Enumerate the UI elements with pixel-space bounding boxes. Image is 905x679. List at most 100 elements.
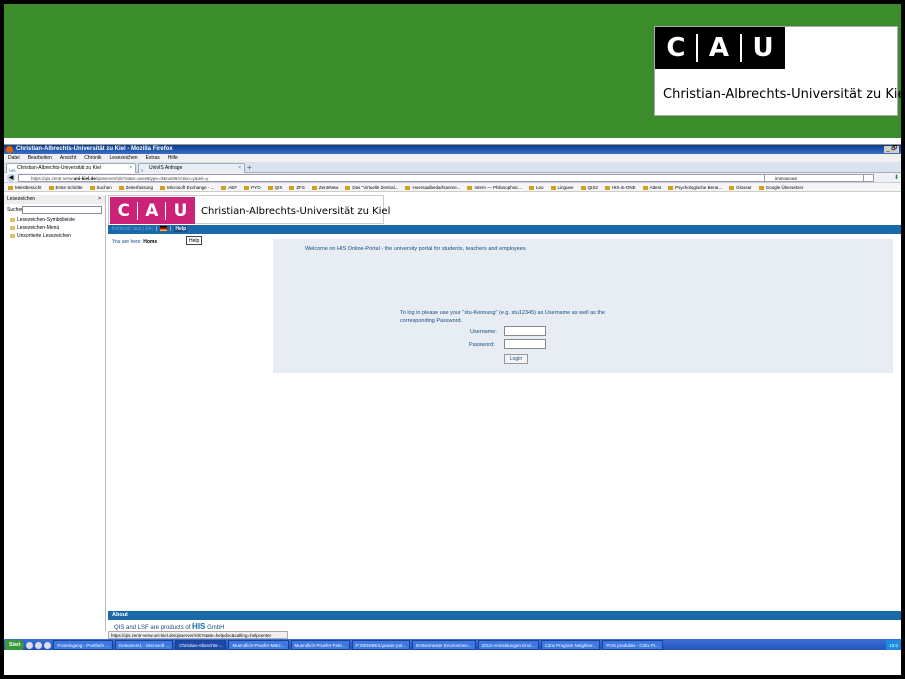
login-button[interactable]: Login: [504, 354, 528, 364]
footer-text: QIS and LSF are products of HIS GmbH: [114, 622, 224, 631]
bookmark[interactable]: Leo: [529, 183, 544, 191]
taskbar-item[interactable]: Muendlich-Pruefer-Febr...: [290, 640, 350, 650]
bookmark[interactable]: AEF: [221, 183, 237, 191]
quicklaunch-icon[interactable]: [35, 641, 43, 649]
sidebar-item-unsorted[interactable]: Unsortierte Lesezeichen: [4, 232, 105, 240]
password-label: Password:: [469, 342, 495, 348]
breadcrumb-home[interactable]: Home: [143, 239, 157, 245]
password-field[interactable]: [504, 339, 546, 349]
bookmark[interactable]: Glossar: [729, 183, 752, 191]
bookmark[interactable]: ZFS: [289, 183, 305, 191]
bookmark[interactable]: Attest: [643, 183, 662, 191]
url-bar[interactable]: https://qis.zentr-verw.uni-kiel.de/qisse…: [18, 174, 874, 182]
bookmark[interactable]: Suchen: [90, 183, 112, 191]
bookmark[interactable]: PYO: [244, 183, 261, 191]
logo-letter-c: C: [666, 33, 686, 63]
window-titlebar: Christian-Albrechts-Universität zu Kiel …: [4, 145, 901, 154]
contrast-toggle[interactable]: Kontrast: aus | Ein: [112, 226, 153, 232]
navigation-bar: ◀ https://qis.zentr-verw.uni-kiel.de/qis…: [4, 173, 901, 183]
bookmark[interactable]: Erste Schritte: [49, 183, 83, 191]
username-field[interactable]: [504, 326, 546, 336]
bookmark[interactable]: Meistbesucht: [8, 183, 42, 191]
logo-letter-u: U: [173, 200, 188, 221]
univis-icon: ≡: [141, 168, 144, 173]
firefox-icon: [6, 146, 13, 153]
new-tab-button[interactable]: +: [247, 163, 252, 172]
sidebar-title: Lesezeichen: [7, 196, 36, 202]
menu-bar: Datei Bearbeiten Ansicht Chronik Lesezei…: [4, 154, 901, 162]
browser-screenshot: Christian-Albrechts-Universität zu Kiel …: [4, 144, 901, 650]
tab-label: UnivIS Anfrage: [149, 165, 183, 171]
system-tray-clock[interactable]: 10:0: [886, 639, 901, 650]
breadcrumb: You are here: Home: [112, 239, 157, 245]
bookmark[interactable]: HIS-in-ONE: [605, 183, 636, 191]
logo-letter-a: A: [708, 33, 730, 63]
sidebar-search-row: Suchen:: [4, 204, 105, 216]
bookmark[interactable]: Intern — Philosophisc...: [467, 183, 522, 191]
taskbar-item[interactable]: Christian-Albrechts-...: [175, 640, 227, 650]
quicklaunch-icon[interactable]: [44, 641, 52, 649]
cau-logo: C A U Christian-Albrechts-Universität zu…: [654, 26, 905, 116]
taskbar-item[interactable]: POS produktiv - Citrix Pr...: [602, 640, 663, 650]
menu-extras[interactable]: Extras: [146, 154, 160, 162]
bookmark[interactable]: QIS: [268, 183, 283, 191]
portal-title: Christian-Albrechts-Universität zu Kiel: [201, 206, 391, 217]
window-controls[interactable]: _ 🗗: [884, 146, 899, 153]
portal-nav-bar: Kontrast: aus | Ein | | Help: [108, 225, 901, 234]
download-icon[interactable]: ⬇: [894, 173, 899, 183]
search-input[interactable]: immoscout: [764, 174, 864, 182]
taskbar-item[interactable]: Dokument1 - Microsoft ...: [114, 640, 174, 650]
bookmark[interactable]: Das "Virtuelle Zentral...: [345, 183, 398, 191]
bookmark[interactable]: Zeiterfassung: [119, 183, 153, 191]
close-icon[interactable]: ×: [98, 195, 101, 204]
his-icon: HIS: [9, 168, 16, 173]
browser-content: Lesezeichen × Suchen: Lesezeichen-Symbol…: [4, 195, 901, 631]
bookmark[interactable]: ZentrNew: [312, 183, 339, 191]
logo-letter-u: U: [752, 33, 774, 63]
sidebar-item-toolbar[interactable]: Lesezeichen-Symbolleiste: [4, 216, 105, 224]
taskbar-item[interactable]: Erstsemester Environmen...: [412, 640, 476, 650]
tab-bar: HIS Christian-Albrechts-Universität zu K…: [4, 162, 901, 173]
menu-hilfe[interactable]: Hilfe: [168, 154, 178, 162]
bookmark[interactable]: Linguee: [551, 183, 574, 191]
taskbar-item[interactable]: P:\SENIBEIL\power-pol...: [351, 640, 411, 650]
tab-univis[interactable]: ≡ UnivIS Anfrage ×: [138, 163, 245, 173]
close-icon[interactable]: ×: [238, 164, 241, 173]
portal-header: C A U Christian-Albrechts-Universität zu…: [108, 195, 390, 224]
sidebar-search-input[interactable]: [22, 206, 102, 214]
url-suffix: /qisserver/rds?state=user&type=0&noDBAct…: [95, 176, 209, 181]
german-flag-icon[interactable]: [160, 226, 168, 232]
taskbar-item[interactable]: Posteingang - Postfach ...: [53, 640, 113, 650]
windows-taskbar: Start Posteingang - Postfach ... Dokumen…: [4, 639, 901, 650]
close-icon[interactable]: ×: [129, 164, 132, 173]
menu-lesezeichen[interactable]: Lesezeichen: [110, 154, 138, 162]
bookmark[interactable]: Psychologische Berat...: [668, 183, 722, 191]
status-url: https://qis.zentr-verw.uni-kiel.de/qisse…: [108, 631, 288, 639]
menu-ansicht[interactable]: Ansicht: [60, 154, 76, 162]
taskbar-item[interactable]: Citrix Program Neighbor...: [540, 640, 601, 650]
menu-bearbeiten[interactable]: Bearbeiten: [28, 154, 52, 162]
taskbar-item[interactable]: Muendlich-Pruefer-März...: [228, 640, 289, 650]
tab-label: Christian-Albrechts-Universität zu Kiel: [17, 165, 101, 171]
menu-chronik[interactable]: Chronik: [84, 154, 101, 162]
his-portal-page: C A U Christian-Albrechts-Universität zu…: [108, 195, 901, 631]
url-prefix: https://qis.zentr-verw.: [31, 176, 74, 181]
welcome-text: Welcome on HIS Online-Portal - the unive…: [305, 246, 526, 252]
taskbar-item[interactable]: 2013-Anmeldungen Envi...: [477, 640, 539, 650]
start-button[interactable]: Start: [5, 639, 25, 650]
tab-cau[interactable]: HIS Christian-Albrechts-Universität zu K…: [6, 163, 136, 173]
bookmark[interactable]: Hoersaalbedarfsanme...: [405, 183, 460, 191]
help-button[interactable]: Help: [186, 236, 203, 245]
window-title: Christian-Albrechts-Universität zu Kiel …: [16, 146, 173, 152]
bookmarks-toolbar: Meistbesucht Erste Schritte Suchen Zeite…: [4, 183, 901, 192]
bookmark[interactable]: QIS2: [581, 183, 598, 191]
bookmark[interactable]: Google Übersetzer: [759, 183, 804, 191]
menu-datei[interactable]: Datei: [8, 154, 20, 162]
his-logo[interactable]: HIS: [192, 622, 205, 631]
back-button[interactable]: ◀: [7, 174, 15, 182]
sidebar-item-menu[interactable]: Lesezeichen-Menü: [4, 224, 105, 232]
quicklaunch-icon[interactable]: [26, 641, 34, 649]
bookmark[interactable]: Microsoft Exchange - ...: [160, 183, 214, 191]
breadcrumb-label: You are here:: [112, 239, 142, 245]
help-link[interactable]: Help: [174, 226, 188, 232]
